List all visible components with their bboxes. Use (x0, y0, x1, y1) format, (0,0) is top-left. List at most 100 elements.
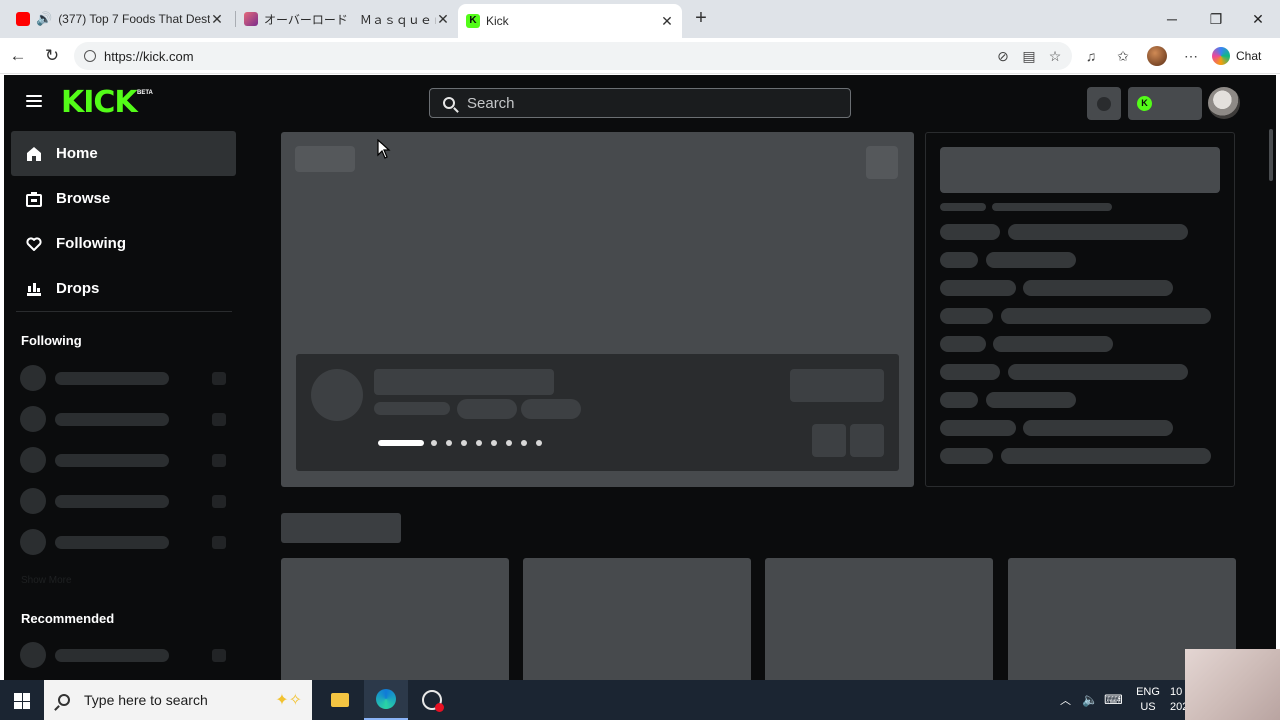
channel-skeleton-row (20, 529, 230, 555)
minimize-icon[interactable]: ─ (1150, 0, 1194, 38)
close-window-icon[interactable]: ✕ (1236, 0, 1280, 38)
more-icon[interactable]: ⋯ (1182, 47, 1200, 65)
skeleton-pill (986, 252, 1076, 268)
profile-avatar[interactable] (1147, 46, 1167, 66)
obs-recording-icon[interactable] (410, 680, 454, 720)
next-button-skeleton[interactable] (850, 424, 884, 457)
back-icon[interactable]: ← (8, 46, 28, 66)
keyboard-icon[interactable]: ⌨ (1104, 680, 1123, 720)
featured-info-card (296, 354, 899, 471)
tracking-prevention-icon[interactable]: ⊘ (994, 47, 1012, 65)
carousel-dot[interactable] (521, 440, 527, 446)
skeleton-pill (940, 224, 1000, 240)
skeleton-pill (940, 364, 1000, 380)
browser-tab[interactable]: オーバーロード Ｍａｓｑｕｅｒａｄ ✕ (236, 0, 458, 38)
browser-tab-strip: 🔊 (377) Top 7 Foods That Destro ✕ オーバーロー… (0, 0, 1280, 38)
carousel-dot[interactable] (476, 440, 482, 446)
skeleton-block (374, 402, 450, 415)
show-more-link[interactable]: Show More (21, 575, 72, 586)
categories-panel-skeleton (925, 132, 1235, 487)
menu-icon[interactable] (26, 95, 42, 107)
skeleton-pill (1008, 224, 1188, 240)
home-icon (25, 145, 43, 163)
site-header: KICK BETA Search K (4, 75, 1276, 131)
taskbar-search-input[interactable]: Type here to search ✦✧ (44, 680, 312, 720)
stream-card-skeleton[interactable] (765, 558, 993, 680)
skeleton-pill (986, 392, 1076, 408)
carousel-dot[interactable] (536, 440, 542, 446)
webcam-overlay (1185, 649, 1280, 720)
featured-stream-skeleton[interactable] (281, 132, 914, 487)
carousel-dot[interactable] (506, 440, 512, 446)
sidebar-item-following[interactable]: Following (11, 221, 236, 266)
reader-view-icon[interactable]: ▤ (1020, 47, 1038, 65)
skeleton-block (866, 146, 898, 179)
skeleton-pill (940, 420, 1016, 436)
skeleton-tag (521, 399, 581, 419)
skeleton-pill (993, 336, 1113, 352)
kicks-balance-button[interactable]: K (1128, 87, 1202, 120)
edge-browser-icon[interactable] (364, 680, 408, 720)
input-language-indicator[interactable]: ENG US (1133, 685, 1163, 715)
prev-button-skeleton[interactable] (812, 424, 846, 457)
stream-card-skeleton[interactable] (523, 558, 751, 680)
carousel-dot[interactable] (461, 440, 467, 446)
windows-start-icon[interactable] (14, 693, 30, 709)
beta-badge: BETA (137, 90, 153, 96)
skeleton-block (374, 369, 554, 395)
tab-title: Kick (486, 14, 509, 28)
favorite-star-icon[interactable]: ☆ (1046, 47, 1064, 65)
skeleton-pill (992, 203, 1112, 211)
carousel-dot[interactable] (491, 440, 497, 446)
carousel-dot[interactable] (431, 440, 437, 446)
notification-button-skeleton[interactable] (1087, 87, 1121, 120)
search-icon (443, 97, 455, 109)
sparkle-icon: ✦✧ (275, 692, 302, 709)
user-avatar[interactable] (1208, 87, 1240, 119)
volume-icon[interactable]: 🔈 (1082, 680, 1098, 720)
anime-icon (244, 12, 258, 26)
extensions-icon[interactable]: ♫ (1082, 47, 1100, 65)
sidebar-item-label: Following (56, 235, 126, 252)
copilot-chat-button[interactable]: Chat (1212, 45, 1261, 67)
new-tab-button[interactable]: + (690, 8, 712, 30)
browser-tab-active[interactable]: K Kick ✕ (458, 4, 682, 38)
chat-label: Chat (1236, 49, 1262, 63)
page-scrollbar[interactable] (1269, 129, 1273, 181)
skeleton-pill (940, 280, 1016, 296)
reload-icon[interactable]: ↻ (42, 46, 62, 66)
kick-icon: K (466, 14, 480, 28)
close-icon[interactable]: ✕ (660, 13, 674, 30)
file-explorer-icon[interactable] (318, 680, 362, 720)
close-icon[interactable]: ✕ (210, 11, 224, 28)
watch-button-skeleton[interactable] (790, 369, 884, 402)
sidebar-following-heading: Following (21, 333, 82, 348)
search-input[interactable]: Search (429, 88, 851, 118)
speaker-icon[interactable]: 🔊 (36, 11, 52, 27)
channel-skeleton-row (20, 365, 230, 391)
sidebar-item-label: Browse (56, 190, 111, 207)
site-info-icon[interactable] (84, 50, 96, 62)
favorites-icon[interactable]: ✩ (1114, 47, 1132, 65)
sidebar-item-drops[interactable]: Drops (11, 266, 236, 311)
sidebar-item-browse[interactable]: Browse (11, 176, 236, 221)
browser-tab[interactable]: 🔊 (377) Top 7 Foods That Destro ✕ (8, 0, 232, 38)
tray-chevron-icon[interactable]: ︿ (1060, 680, 1071, 720)
windows-taskbar: Type here to search ✦✧ ︿ 🔈 ⌨ ENG US 10 2… (0, 680, 1280, 720)
kick-logo[interactable]: KICK (61, 83, 138, 123)
skeleton-pill (1023, 280, 1173, 296)
skeleton-pill (940, 336, 986, 352)
skeleton-tag (457, 399, 517, 419)
sidebar-item-home[interactable]: Home (11, 131, 236, 176)
lang-region: US (1140, 701, 1156, 713)
restore-icon[interactable]: ❐ (1194, 0, 1238, 38)
carousel-dot[interactable] (446, 440, 452, 446)
drops-icon (25, 280, 43, 298)
stream-card-skeleton[interactable] (281, 558, 509, 680)
carousel-dot-active[interactable] (378, 440, 424, 446)
channel-skeleton-row (20, 447, 230, 473)
url-field[interactable]: https://kick.com (74, 42, 1072, 70)
close-icon[interactable]: ✕ (436, 11, 450, 28)
lang-code: ENG (1136, 686, 1160, 698)
taskbar-search-placeholder: Type here to search (84, 692, 208, 708)
